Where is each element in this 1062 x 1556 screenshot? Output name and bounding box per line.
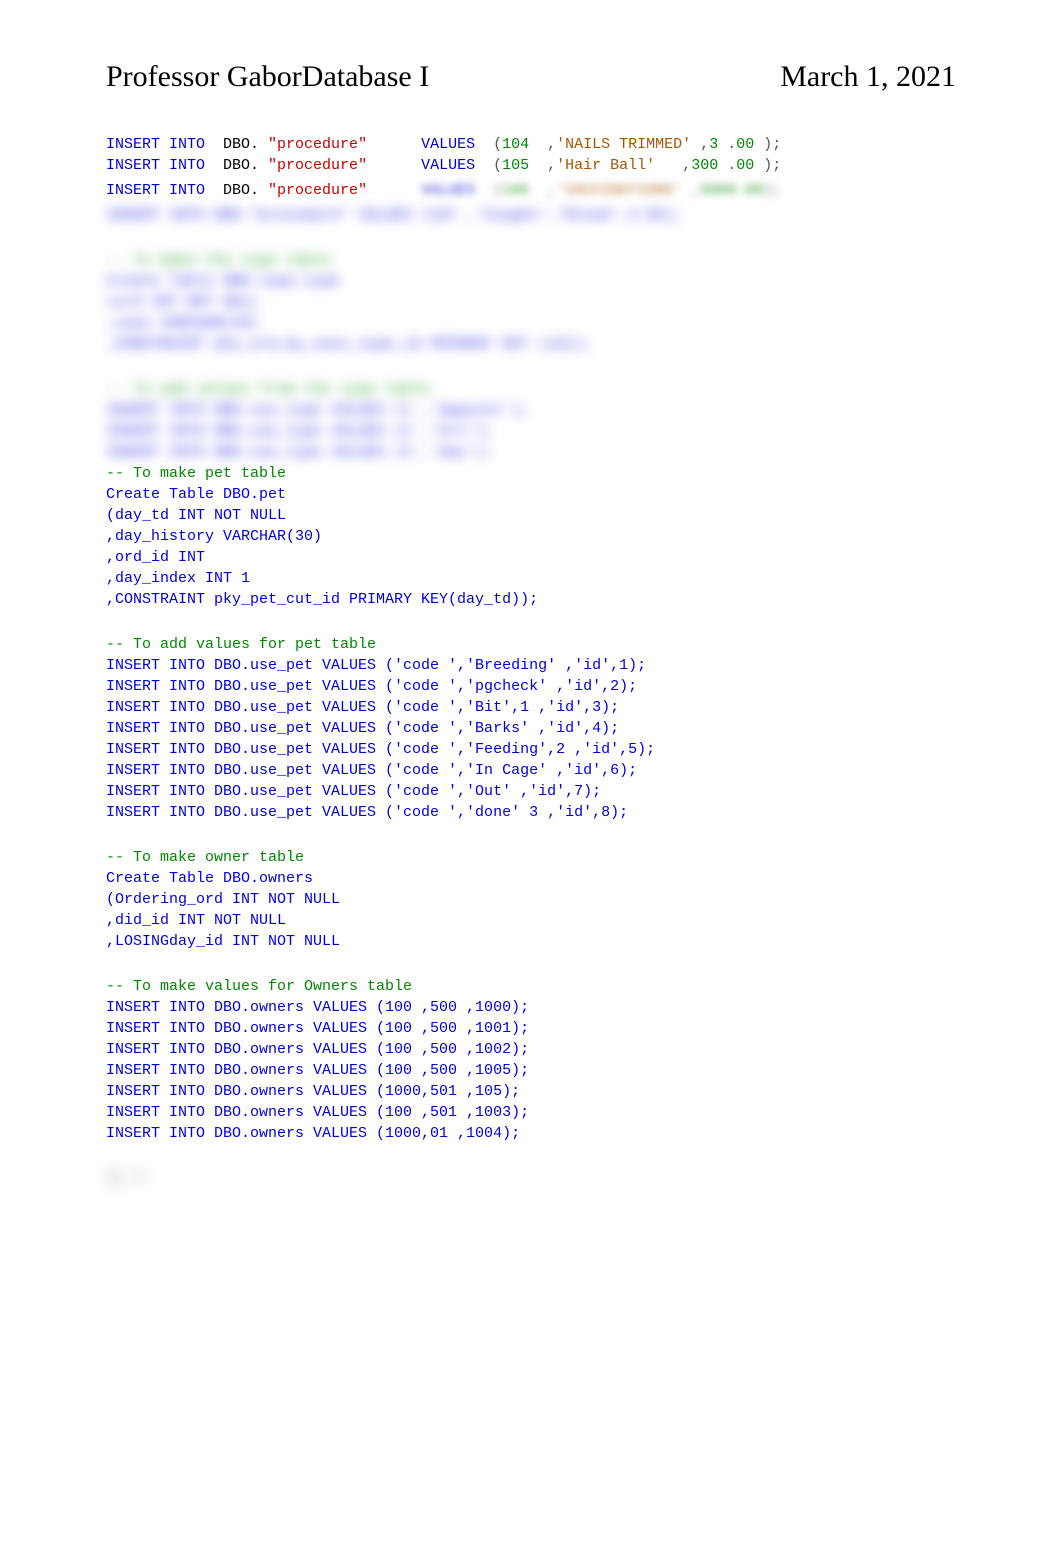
blur-line: Create Table DBO.owners xyxy=(106,870,313,887)
blur-line: INSERT INTO DBO.owners VALUES (1000,01 ,… xyxy=(106,1125,520,1142)
paren-close: ); xyxy=(754,136,781,153)
blur-comment: -- To make owner table xyxy=(106,849,304,866)
paren-open: ( xyxy=(475,182,502,199)
string-literal: 'NAILS TRIMMED' xyxy=(556,136,691,153)
comma: , xyxy=(682,182,700,199)
number: 00 xyxy=(736,136,754,153)
blur-line: INSERT INTO DBO.use_pet VALUES ('code ',… xyxy=(106,678,637,695)
blur-line: INSERT INTO DBO.owners VALUES (100 ,500 … xyxy=(106,1041,529,1058)
blur-line: INSERT INTO DBO."procedure" VALUES (107 … xyxy=(106,207,682,224)
blur-line: INSERT INTO DBO.owners VALUES (100 ,501 … xyxy=(106,1104,529,1121)
paren-close: ); xyxy=(763,182,781,199)
dot: . xyxy=(718,136,736,153)
keyword-insert: INSERT INTO xyxy=(106,157,205,174)
blur-line: INSERT INTO DBO.owners VALUES (100 ,500 … xyxy=(106,999,529,1016)
number: 3 xyxy=(709,136,718,153)
blur-line: INSERT INTO DBO.use_pet VALUES ('code ',… xyxy=(106,762,637,779)
keyword-values: VALUES xyxy=(367,136,475,153)
keyword-values: VALUES xyxy=(367,182,475,199)
string-literal: 'VACCINATIONS' xyxy=(556,182,682,199)
blur-line: ,day_history VARCHAR(30) xyxy=(106,528,322,545)
blur-line: INSERT INTO DBO.use_pet VALUES ('code ',… xyxy=(106,657,646,674)
header-left-title: Professor GaborDatabase I xyxy=(106,60,429,94)
blur-line: INSERT INTO DBO.use_type VALUES (2 ,'hrs… xyxy=(106,423,493,440)
paren-open: ( xyxy=(475,157,502,174)
dot: . xyxy=(718,157,736,174)
keyword-dbo: DBO. xyxy=(205,182,259,199)
number: 106 xyxy=(502,182,529,199)
blur-line: INSERT INTO DBO.owners VALUES (1000,501 … xyxy=(106,1083,520,1100)
number: 104 xyxy=(502,136,529,153)
blur-line: INSERT INTO DBO.use_pet VALUES ('code ',… xyxy=(106,720,619,737)
paren-close: ); xyxy=(754,157,781,174)
keyword-proc: "procedure" xyxy=(259,182,367,199)
blur-comment: -- To add values for pet table xyxy=(106,636,376,653)
blur-line: (day_td INT NOT NULL xyxy=(106,507,286,524)
number: .00 xyxy=(736,182,763,199)
blurred-content: INSERT INTO DBO."procedure" VALUES (107 … xyxy=(106,205,956,463)
blur-line: INSERT INTO DBO.use_pet VALUES ('code ',… xyxy=(106,804,628,821)
blur-line: INSERT INTO DBO.use_pet VALUES ('code ',… xyxy=(106,783,601,800)
number: 300 xyxy=(691,157,718,174)
blur-comment: -- To make the type table xyxy=(106,252,331,269)
blur-line: INSERT INTO DBO.use_pet VALUES ('code ',… xyxy=(106,699,619,716)
keyword-values: VALUES xyxy=(367,157,475,174)
comma: , xyxy=(529,136,556,153)
keyword-dbo: DBO. xyxy=(205,157,259,174)
blur-line: ,CONSTRAINT pky_ord_by_uses_type_id PRIM… xyxy=(106,336,592,353)
blur-line: ,CONSTRAINT pky_pet_cut_id PRIMARY KEY(d… xyxy=(106,591,538,608)
number: 5000 xyxy=(700,182,736,199)
blur-line: INSERT INTO DBO.use_type VALUES (3 ,'day… xyxy=(106,444,493,461)
keyword-proc: "procedure" xyxy=(259,136,367,153)
blur-line: ,day_index INT 1 xyxy=(106,570,250,587)
footer-blur: ㅁ 7 xyxy=(106,1164,956,1190)
paren-open: ( xyxy=(475,136,502,153)
keyword-insert: INSERT INTO xyxy=(106,136,205,153)
blur-comment: -- To make pet table xyxy=(106,465,286,482)
sql-code-block: INSERT INTO DBO. "procedure" VALUES (104… xyxy=(106,134,956,201)
blur-comment: -- To add values from the type table xyxy=(106,381,430,398)
keyword-proc: "procedure" xyxy=(259,157,367,174)
blur-line: Create Table DBO.type_type xyxy=(106,273,340,290)
footer-text: ㅁ 7 xyxy=(106,1170,144,1190)
string-literal: 'Hair Ball' xyxy=(556,157,655,174)
keyword-dbo: DBO. xyxy=(205,136,259,153)
blur-line: ,ord_id INT xyxy=(106,549,205,566)
blur-line: INSERT INTO DBO.owners VALUES (100 ,500 … xyxy=(106,1020,529,1037)
header-date: March 1, 2021 xyxy=(780,60,956,94)
sql-line-1: INSERT INTO DBO. "procedure" VALUES (104… xyxy=(106,134,956,155)
blur-line: INSERT INTO DBO.owners VALUES (100 ,500 … xyxy=(106,1062,529,1079)
blur-line: ,did_id INT NOT NULL xyxy=(106,912,286,929)
number: 105 xyxy=(502,157,529,174)
blur-line: INSERT INTO DBO.use_pet VALUES ('code ',… xyxy=(106,741,655,758)
keyword-insert: INSERT INTO xyxy=(106,182,205,199)
blur-comment: -- To make values for Owners table xyxy=(106,978,412,995)
number: 00 xyxy=(736,157,754,174)
comma: , xyxy=(655,157,691,174)
comma: , xyxy=(529,182,556,199)
blur-line: INSERT INTO DBO.use_type VALUES (1 ,'App… xyxy=(106,402,529,419)
blur-line: (Ordering_ord INT NOT NULL xyxy=(106,891,340,908)
sql-line-2: INSERT INTO DBO. "procedure" VALUES (105… xyxy=(106,155,956,176)
comma: , xyxy=(691,136,709,153)
blur-line: ,uses VARCHAR(20) xyxy=(106,315,259,332)
page-header: Professor GaborDatabase I March 1, 2021 xyxy=(106,60,956,94)
blur-line: ,LOSINGday_id INT NOT NULL xyxy=(106,933,340,950)
comma: , xyxy=(529,157,556,174)
blur-line: (ord INT NOT NULL xyxy=(106,294,259,311)
sql-line-3: INSERT INTO DBO. "procedure" VALUES (106… xyxy=(106,176,956,201)
blur-line: Create Table DBO.pet xyxy=(106,486,286,503)
